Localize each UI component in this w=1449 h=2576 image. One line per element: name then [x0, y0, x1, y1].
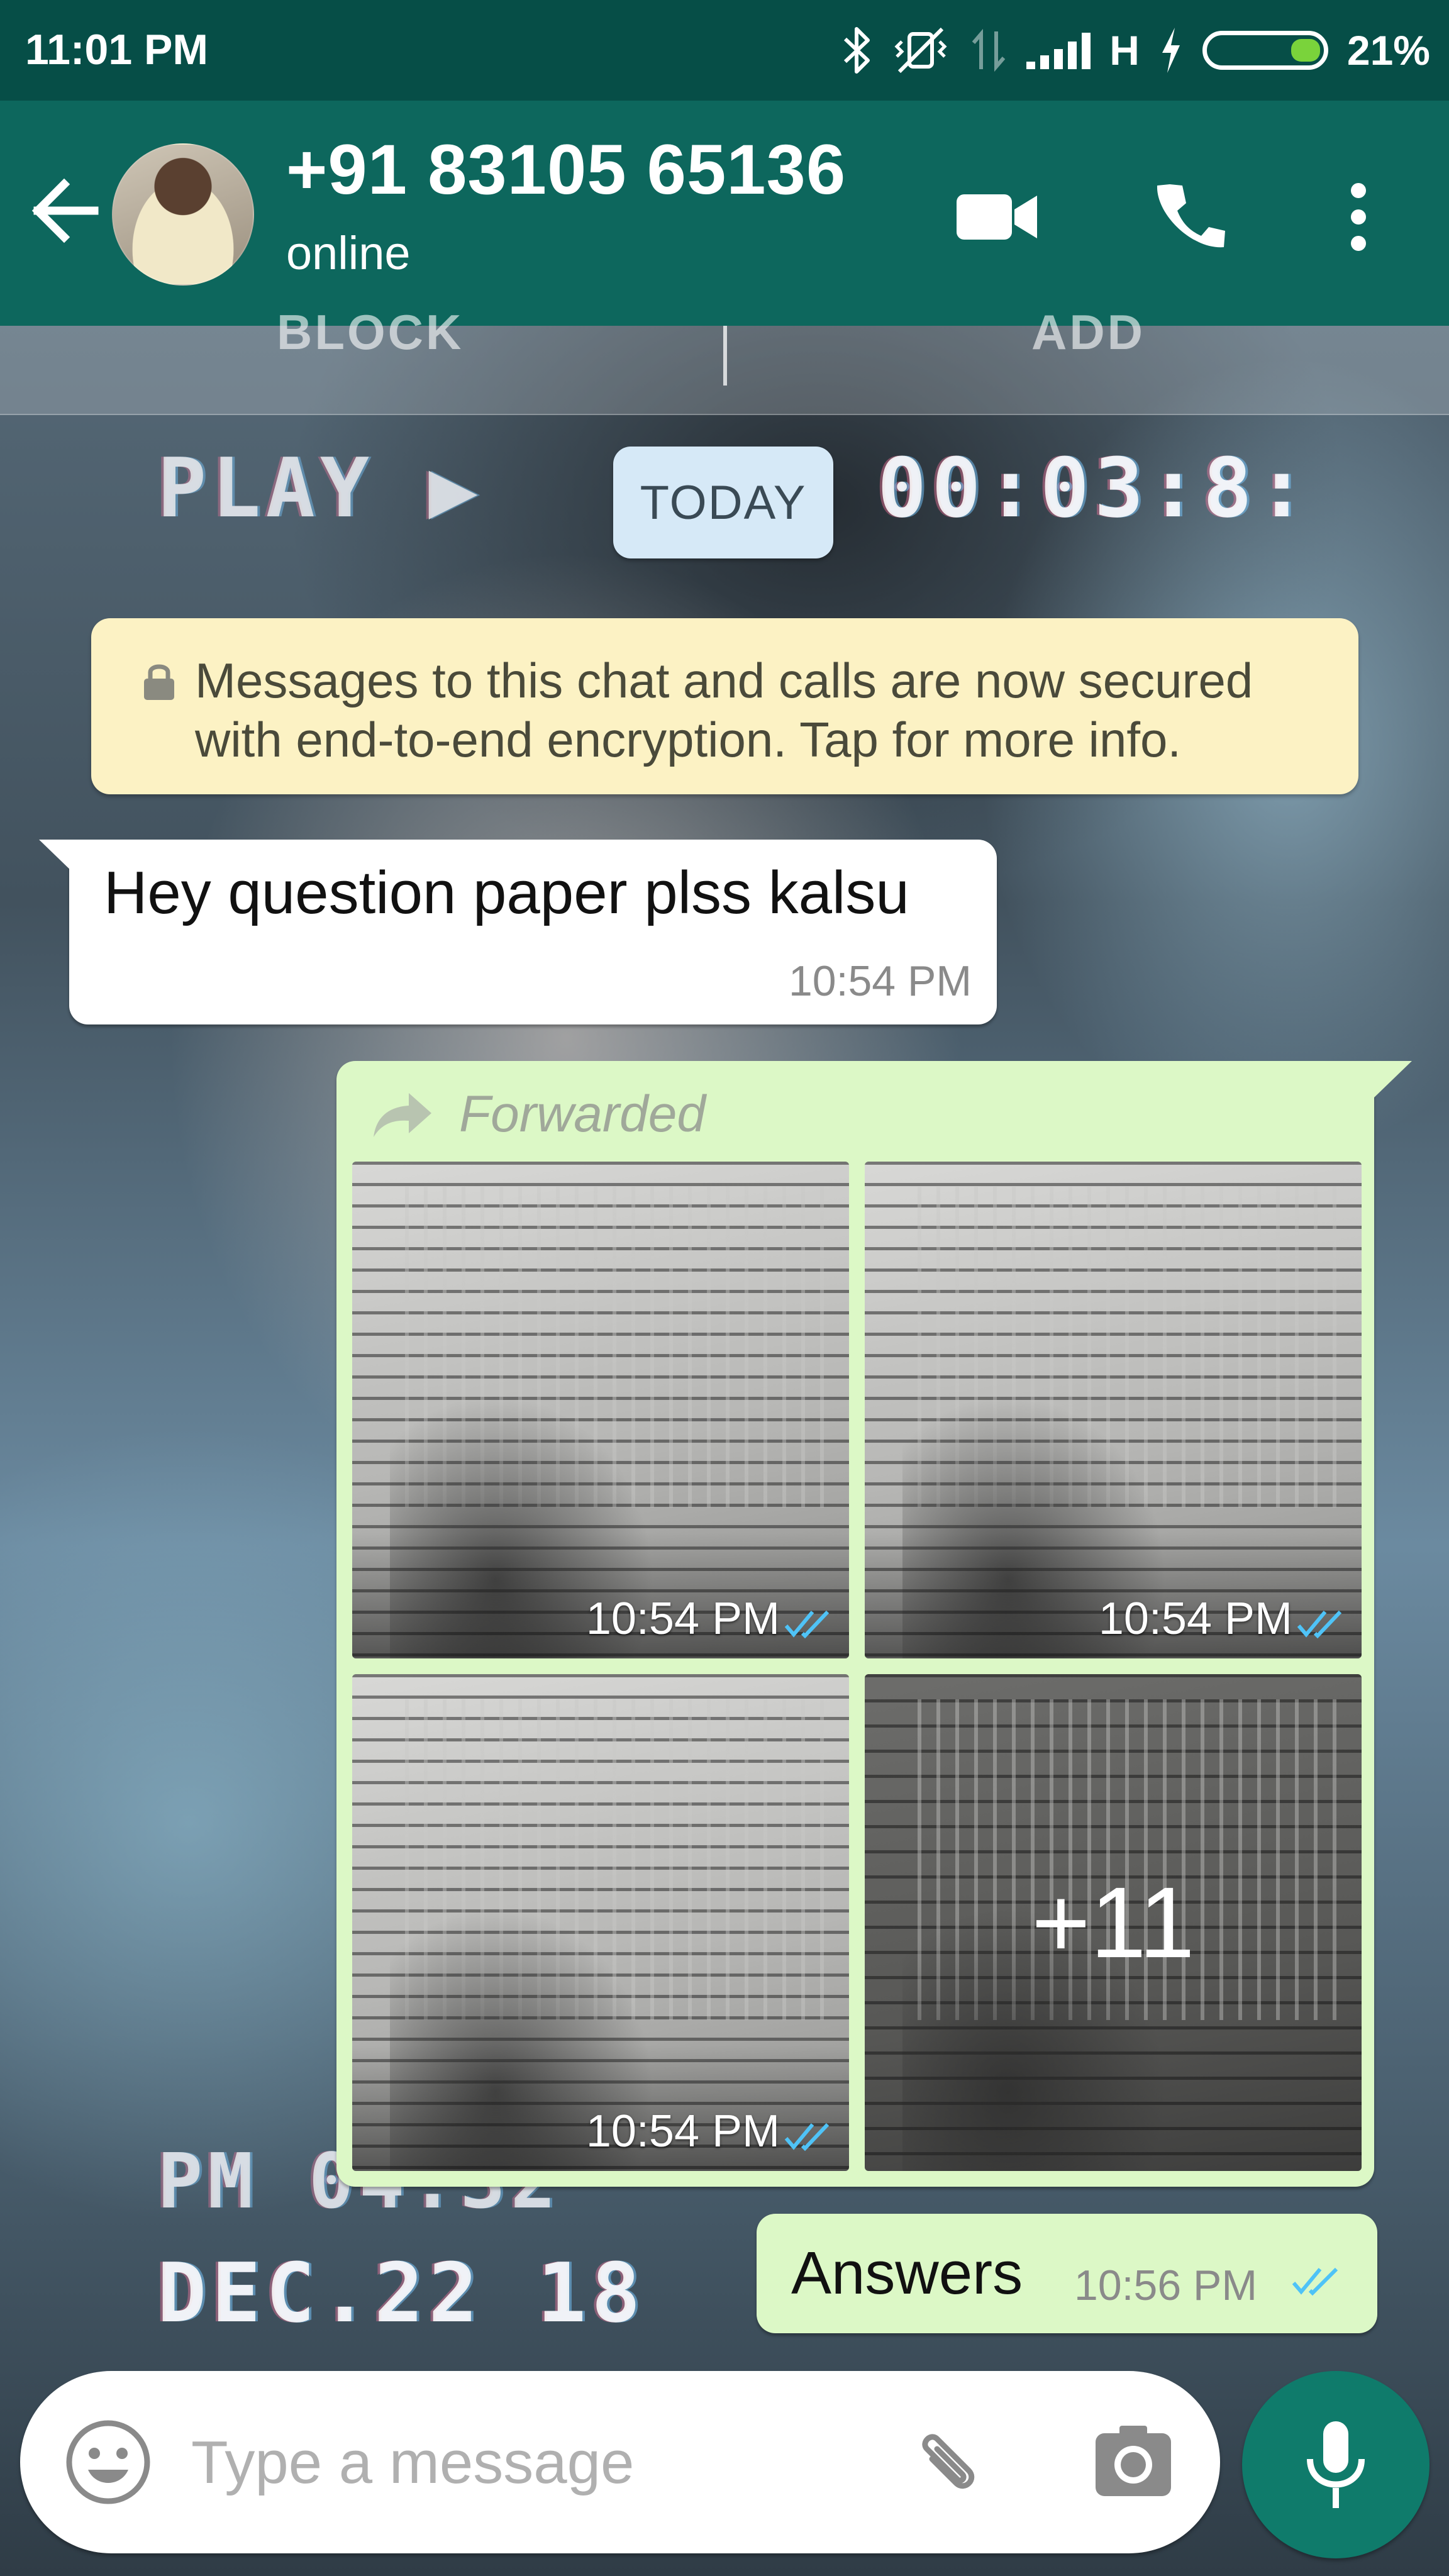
- battery-percent: 21%: [1346, 27, 1430, 74]
- data-arrows-icon: [972, 28, 1006, 72]
- message-time: 10:54 PM: [788, 957, 972, 1005]
- voice-call-button[interactable]: [1141, 170, 1236, 264]
- more-options-icon: [1351, 183, 1366, 251]
- read-ticks-icon: [784, 2123, 830, 2151]
- media-more-thumbnail[interactable]: +11: [865, 1674, 1362, 2171]
- forward-arrow-icon: [374, 1093, 431, 1137]
- media-thumbnail[interactable]: 10:54 PM: [352, 1674, 849, 2171]
- emoji-icon: [66, 2420, 150, 2504]
- read-ticks-icon: [784, 1610, 830, 1639]
- more-media-count: +11: [1031, 1866, 1195, 1979]
- video-call-icon: [957, 194, 1037, 240]
- read-ticks-icon: [1292, 2267, 1338, 2296]
- attach-button[interactable]: [907, 2421, 989, 2503]
- encryption-notice[interactable]: Messages to this chat and calls are now …: [91, 618, 1358, 794]
- block-button[interactable]: BLOCK: [277, 304, 464, 361]
- forwarded-media-message[interactable]: Forwarded 10:54 PM 10:54 PM 10:54 PM +11: [336, 1061, 1412, 2187]
- wallpaper-date-text: DEC.22 18: [157, 2245, 646, 2341]
- more-options-button[interactable]: [1314, 170, 1402, 264]
- network-type: H: [1109, 27, 1140, 74]
- charging-icon: [1162, 28, 1180, 73]
- encryption-notice-text: Messages to this chat and calls are now …: [195, 653, 1253, 767]
- battery-icon: [1202, 31, 1328, 70]
- contact-status: online: [286, 227, 411, 279]
- media-time: 10:54 PM: [1098, 1594, 1292, 1644]
- chat-header: +91 83105 65136 online: [0, 101, 1449, 326]
- status-bar: 11:01 PM H 21%: [0, 0, 1449, 101]
- camera-icon: [1096, 2426, 1171, 2496]
- add-button[interactable]: ADD: [1031, 304, 1145, 361]
- forwarded-text: Forwarded: [459, 1085, 706, 1143]
- back-arrow-icon: [31, 178, 99, 243]
- message-time: 10:56 PM: [1074, 2262, 1258, 2309]
- video-call-button[interactable]: [950, 170, 1044, 264]
- media-time: 10:54 PM: [586, 2106, 780, 2157]
- voice-call-icon: [1157, 184, 1225, 248]
- contact-name[interactable]: +91 83105 65136: [286, 129, 846, 210]
- media-time: 10:54 PM: [586, 1594, 780, 1644]
- vibrate-mute-icon: [894, 27, 947, 74]
- read-ticks-icon: [1297, 1610, 1342, 1639]
- message-text: Hey question paper plss kalsu: [104, 859, 909, 926]
- contact-action-strip: BLOCK ADD: [0, 304, 1449, 415]
- wallpaper-timer-text: 00:03:8:: [877, 440, 1312, 536]
- lock-icon: [144, 664, 174, 700]
- camera-button[interactable]: [1089, 2418, 1177, 2506]
- attach-icon: [922, 2434, 975, 2489]
- status-time: 11:01 PM: [25, 26, 209, 74]
- media-thumbnail[interactable]: 10:54 PM: [865, 1162, 1362, 1658]
- wallpaper-play-text: PLAY ▶: [157, 440, 483, 536]
- media-thumbnail[interactable]: 10:54 PM: [352, 1162, 849, 1658]
- back-button[interactable]: [25, 170, 107, 252]
- emoji-button[interactable]: [64, 2418, 152, 2506]
- contact-avatar[interactable]: [112, 143, 254, 286]
- date-chip: TODAY: [613, 447, 833, 558]
- incoming-message[interactable]: Hey question paper plss kalsu 10:54 PM: [39, 840, 997, 1024]
- mic-icon: [1307, 2421, 1365, 2508]
- voice-message-button[interactable]: [1242, 2371, 1430, 2558]
- signal-icon: [1026, 31, 1091, 69]
- strip-divider: [723, 326, 727, 386]
- status-icons: H 21%: [843, 19, 1430, 82]
- bluetooth-icon: [844, 27, 870, 74]
- message-composer: [20, 2371, 1220, 2553]
- message-text: Answers: [791, 2240, 1023, 2307]
- outgoing-message[interactable]: Answers 10:56 PM: [757, 2214, 1377, 2333]
- forwarded-label: Forwarded: [371, 1080, 706, 1149]
- message-input[interactable]: [190, 2399, 872, 2526]
